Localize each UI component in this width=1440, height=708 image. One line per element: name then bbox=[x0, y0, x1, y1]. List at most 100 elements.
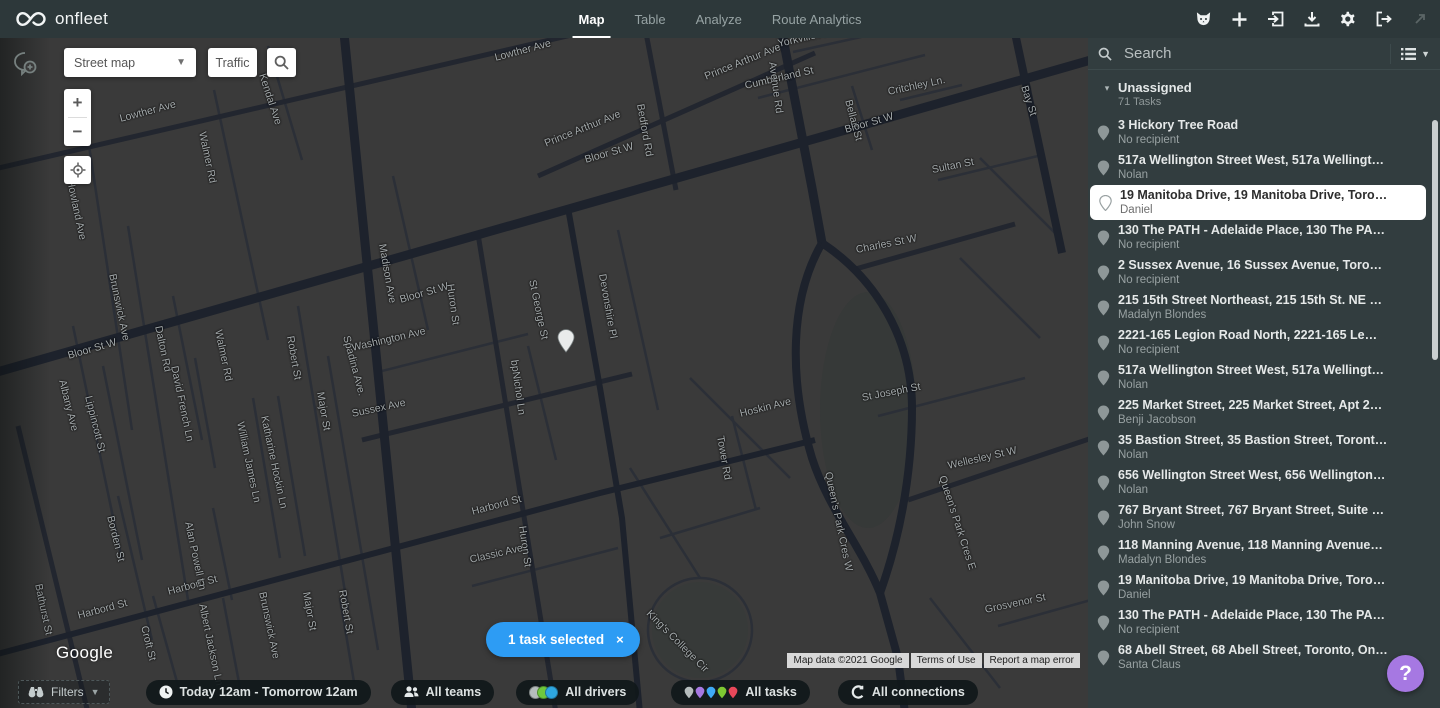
map-layer-select[interactable]: Street map ▼ bbox=[64, 48, 196, 77]
traffic-button[interactable]: Traffic bbox=[208, 48, 257, 77]
task-pin-icon bbox=[1088, 545, 1118, 561]
left-edge-shade bbox=[0, 38, 50, 708]
task-recipient: Nolan bbox=[1118, 168, 1426, 182]
task-pin-icon bbox=[1088, 265, 1118, 281]
map-canvas[interactable]: Lowther AveLowther AvePrince Arthur AveP… bbox=[0, 38, 1088, 708]
task-row[interactable]: 2221-165 Legion Road North, 2221-165 Le…… bbox=[1088, 325, 1440, 360]
clock-icon bbox=[159, 685, 173, 699]
task-row[interactable]: 517a Wellington Street West, 517a Wellin… bbox=[1088, 360, 1440, 395]
filters-button[interactable]: Filters ▼ bbox=[18, 680, 110, 704]
task-pin-icon bbox=[1088, 580, 1118, 596]
chevron-down-icon: ▼ bbox=[1421, 49, 1430, 59]
tab-table[interactable]: Table bbox=[635, 0, 666, 38]
task-recipient: Benji Jacobson bbox=[1118, 413, 1426, 427]
task-pin-icon bbox=[1088, 300, 1118, 316]
expand-icon[interactable] bbox=[1411, 11, 1428, 28]
terms-of-use-link[interactable]: Terms of Use bbox=[911, 653, 982, 668]
group-task-count: 71 Tasks bbox=[1118, 95, 1192, 109]
task-recipient: Daniel bbox=[1118, 588, 1426, 602]
task-row[interactable]: 118 Manning Avenue, 118 Manning Avenue…M… bbox=[1088, 535, 1440, 570]
task-row[interactable]: 767 Bryant Street, 767 Bryant Street, Su… bbox=[1088, 500, 1440, 535]
drivers-filter[interactable]: All drivers bbox=[516, 680, 639, 705]
task-row[interactable]: 215 15th Street Northeast, 215 15th St. … bbox=[1088, 290, 1440, 325]
task-recipient: Nolan bbox=[1118, 448, 1426, 462]
task-address: 767 Bryant Street, 767 Bryant Street, Su… bbox=[1118, 503, 1426, 518]
list-view-toggle[interactable]: ▼ bbox=[1390, 44, 1430, 64]
task-address: 2 Sussex Avenue, 16 Sussex Avenue, Toro… bbox=[1118, 258, 1426, 273]
help-button[interactable]: ? bbox=[1387, 655, 1424, 692]
search-input[interactable] bbox=[1122, 44, 1390, 63]
task-recipient: Nolan bbox=[1118, 378, 1426, 392]
collapse-caret-icon[interactable]: ▾ bbox=[1096, 80, 1118, 109]
task-recipient: Nolan bbox=[1118, 483, 1426, 497]
search-icon bbox=[274, 55, 289, 70]
group-name: Unassigned bbox=[1118, 80, 1192, 95]
tasks-filter[interactable]: All tasks bbox=[671, 680, 809, 705]
top-navigation-bar: onfleet Map Table Analyze Route Analytics bbox=[0, 0, 1440, 38]
date-range-filter[interactable]: Today 12am - Tomorrow 12am bbox=[146, 680, 371, 705]
add-icon[interactable] bbox=[1231, 11, 1248, 28]
task-row[interactable]: 130 The PATH - Adelaide Place, 130 The P… bbox=[1088, 220, 1440, 255]
task-map-marker[interactable] bbox=[557, 329, 575, 358]
zoom-in-button[interactable]: + bbox=[64, 89, 91, 117]
task-row[interactable]: 130 The PATH - Adelaide Place, 130 The P… bbox=[1088, 605, 1440, 640]
task-pin-icon bbox=[1088, 370, 1118, 386]
map-roads bbox=[0, 38, 1088, 708]
settings-gear-icon[interactable] bbox=[1339, 11, 1356, 28]
task-row[interactable]: 517a Wellington Street West, 517a Wellin… bbox=[1088, 150, 1440, 185]
infinity-icon bbox=[16, 11, 46, 27]
fox-head-icon[interactable] bbox=[1195, 11, 1212, 28]
selection-count-label: 1 task selected bbox=[508, 632, 604, 647]
task-row[interactable]: 19 Manitoba Drive, 19 Manitoba Drive, To… bbox=[1088, 570, 1440, 605]
task-row[interactable]: 19 Manitoba Drive, 19 Manitoba Drive, To… bbox=[1090, 185, 1426, 220]
task-row[interactable]: 656 Wellington Street West, 656 Wellingt… bbox=[1088, 465, 1440, 500]
task-pin-icon bbox=[1088, 650, 1118, 666]
selection-pill[interactable]: 1 task selected × bbox=[486, 622, 640, 657]
crosshair-icon bbox=[70, 162, 86, 178]
task-address: 19 Manitoba Drive, 19 Manitoba Drive, To… bbox=[1118, 573, 1426, 588]
task-address: 130 The PATH - Adelaide Place, 130 The P… bbox=[1118, 608, 1426, 623]
tab-map[interactable]: Map bbox=[579, 0, 605, 38]
task-address: 656 Wellington Street West, 656 Wellingt… bbox=[1118, 468, 1426, 483]
topnav-tabs: Map Table Analyze Route Analytics bbox=[579, 0, 862, 38]
task-pin-icon bbox=[1088, 160, 1118, 176]
topnav-actions bbox=[1195, 0, 1428, 38]
locate-me-button[interactable] bbox=[64, 156, 91, 184]
task-row[interactable]: 225 Market Street, 225 Market Street, Ap… bbox=[1088, 395, 1440, 430]
task-pin-icon bbox=[1088, 475, 1118, 491]
sidebar-scrollbar[interactable] bbox=[1432, 120, 1438, 360]
announcement-bubble-icon[interactable] bbox=[12, 50, 40, 76]
report-map-error-link[interactable]: Report a map error bbox=[984, 653, 1080, 668]
task-address: 2221-165 Legion Road North, 2221-165 Le… bbox=[1118, 328, 1426, 343]
tasks-label: All tasks bbox=[745, 685, 796, 699]
map-data-label: Map data ©2021 Google bbox=[787, 653, 908, 668]
import-icon[interactable] bbox=[1267, 11, 1284, 28]
task-row[interactable]: 2 Sussex Avenue, 16 Sussex Avenue, Toro…… bbox=[1088, 255, 1440, 290]
tab-analyze[interactable]: Analyze bbox=[696, 0, 742, 38]
zoom-out-button[interactable]: − bbox=[64, 118, 91, 146]
map-attribution: Map data ©2021 Google Terms of Use Repor… bbox=[787, 653, 1080, 668]
connections-filter[interactable]: All connections bbox=[838, 680, 978, 705]
people-icon bbox=[404, 686, 419, 698]
date-range-label: Today 12am - Tomorrow 12am bbox=[180, 685, 358, 699]
filters-label: Filters bbox=[51, 685, 84, 699]
connections-icon bbox=[851, 685, 865, 699]
google-logo: Google bbox=[56, 643, 113, 663]
task-recipient: Madalyn Blondes bbox=[1118, 308, 1426, 322]
filter-bar: Filters ▼ Today 12am - Tomorrow 12am All… bbox=[0, 676, 1088, 708]
tab-route-analytics[interactable]: Route Analytics bbox=[772, 0, 862, 38]
map-search-button[interactable] bbox=[267, 48, 296, 77]
task-recipient: Daniel bbox=[1120, 203, 1412, 217]
logout-icon[interactable] bbox=[1375, 11, 1392, 28]
task-row[interactable]: 3 Hickory Tree RoadNo recipient bbox=[1088, 115, 1440, 150]
unassigned-group-header[interactable]: ▾ Unassigned 71 Tasks bbox=[1088, 70, 1440, 113]
task-pin-icon bbox=[1088, 405, 1118, 421]
task-row[interactable]: 35 Bastion Street, 35 Bastion Street, To… bbox=[1088, 430, 1440, 465]
task-address: 35 Bastion Street, 35 Bastion Street, To… bbox=[1118, 433, 1426, 448]
task-address: 19 Manitoba Drive, 19 Manitoba Drive, To… bbox=[1120, 188, 1412, 203]
download-icon[interactable] bbox=[1303, 11, 1320, 28]
task-pins-icon bbox=[684, 686, 738, 699]
onfleet-logo[interactable]: onfleet bbox=[0, 9, 230, 29]
deselect-icon[interactable]: × bbox=[616, 632, 624, 647]
teams-filter[interactable]: All teams bbox=[391, 680, 495, 705]
